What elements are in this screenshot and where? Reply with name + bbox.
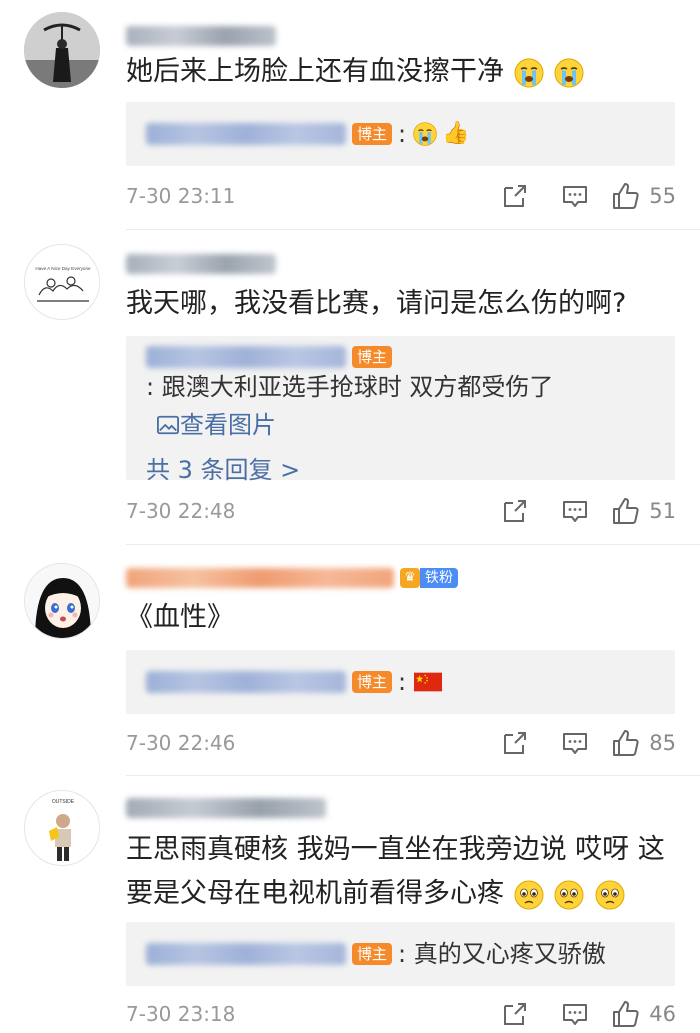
- fan-badge: ♛ 铁粉: [400, 567, 458, 589]
- author-badge: 博主: [352, 943, 393, 965]
- reply-author-blurred: [146, 943, 346, 965]
- reply-author-blurred: [146, 123, 346, 145]
- timestamp: 7-30 23:18: [126, 1002, 236, 1026]
- avatar[interactable]: OUTSIDE: [24, 790, 100, 866]
- pleading-face-emoji-icon: [513, 879, 545, 911]
- reply-text: : 跟澳大利亚选手抢球时 双方都受伤了: [146, 373, 554, 401]
- reply-text: :: [398, 668, 407, 696]
- author-reply[interactable]: 博主 : 真的又心疼又骄傲: [126, 922, 675, 986]
- like-button[interactable]: 85: [611, 728, 676, 758]
- comment-icon[interactable]: [545, 729, 605, 757]
- divider: [126, 229, 700, 230]
- reply-text: :: [398, 120, 407, 148]
- comment-meta: 7-30 22:48 51: [126, 493, 676, 529]
- reply-author-blurred: [146, 671, 346, 693]
- comment-icon[interactable]: [545, 1000, 605, 1028]
- pleading-face-emoji-icon: [594, 879, 626, 911]
- comment-text: 王思雨真硬核 我妈一直坐在我旁边说 哎呀 这要是父母在电视机前看得多心疼: [126, 834, 665, 911]
- crying-emoji-icon: [553, 57, 585, 89]
- like-count: 51: [649, 499, 676, 523]
- comment-text: 我天哪，我没看比赛，请问是怎么伤的啊?: [126, 288, 627, 319]
- share-icon[interactable]: [485, 182, 545, 210]
- china-flag-icon: [414, 672, 443, 692]
- divider: [126, 775, 700, 776]
- share-icon[interactable]: [485, 497, 545, 525]
- thumbs-up-icon: [611, 999, 641, 1029]
- share-icon[interactable]: [485, 729, 545, 757]
- share-icon[interactable]: [485, 1000, 545, 1028]
- view-image-link[interactable]: 查看图片: [156, 406, 276, 444]
- reply-author-blurred: [146, 346, 346, 368]
- reply-text: : 真的又心疼又骄傲: [398, 940, 606, 968]
- username-blurred[interactable]: [126, 796, 326, 820]
- username-blurred[interactable]: [126, 252, 276, 276]
- image-icon: [156, 414, 180, 436]
- comment-meta: 7-30 23:18 46: [126, 996, 676, 1032]
- crying-emoji-icon: [513, 57, 545, 89]
- author-reply[interactable]: 博主 : 👍: [126, 102, 675, 166]
- pleading-face-emoji-icon: [553, 879, 585, 911]
- avatar-caption: Have A Nice Day Everyone: [35, 266, 91, 271]
- like-button[interactable]: 46: [611, 999, 676, 1029]
- timestamp: 7-30 22:46: [126, 731, 236, 755]
- author-badge: 博主: [352, 346, 393, 368]
- like-count: 85: [649, 731, 676, 755]
- author-badge: 博主: [352, 671, 393, 693]
- divider: [126, 544, 700, 545]
- like-button[interactable]: 51: [611, 496, 676, 526]
- avatar[interactable]: [24, 563, 100, 639]
- comment-icon[interactable]: [545, 497, 605, 525]
- crying-emoji-icon: [412, 121, 438, 147]
- timestamp: 7-30 23:11: [126, 184, 236, 208]
- timestamp: 7-30 22:48: [126, 499, 236, 523]
- avatar[interactable]: [24, 12, 100, 88]
- avatar-caption: OUTSIDE: [52, 799, 75, 805]
- like-button[interactable]: 55: [611, 181, 676, 211]
- thumbs-up-icon: [611, 728, 641, 758]
- author-badge: 博主: [352, 123, 393, 145]
- username-blurred[interactable]: [126, 24, 276, 48]
- comment-text: 她后来上场脸上还有血没擦干净: [126, 50, 686, 94]
- comment-meta: 7-30 22:46 85: [126, 725, 676, 761]
- like-count: 46: [649, 1002, 676, 1026]
- thumbs-up-icon: [611, 496, 641, 526]
- author-reply[interactable]: 博主 : 跟澳大利亚选手抢球时 双方都受伤了 查看图片 共 3 条回复 >: [126, 336, 675, 484]
- thumbs-up-emoji-icon: 👍: [442, 121, 470, 146]
- avatar[interactable]: Have A Nice Day Everyone: [24, 244, 100, 320]
- more-replies-link[interactable]: 共 3 条回复 >: [146, 450, 655, 490]
- comment-icon[interactable]: [545, 182, 605, 210]
- thumbs-up-icon: [611, 181, 641, 211]
- like-count: 55: [649, 184, 676, 208]
- comment-text: 《血性》: [126, 602, 234, 633]
- crown-icon: ♛: [400, 568, 420, 588]
- author-reply[interactable]: 博主 :: [126, 650, 675, 714]
- comment-meta: 7-30 23:11 55: [126, 178, 676, 214]
- username-blurred[interactable]: ♛ 铁粉: [126, 566, 458, 590]
